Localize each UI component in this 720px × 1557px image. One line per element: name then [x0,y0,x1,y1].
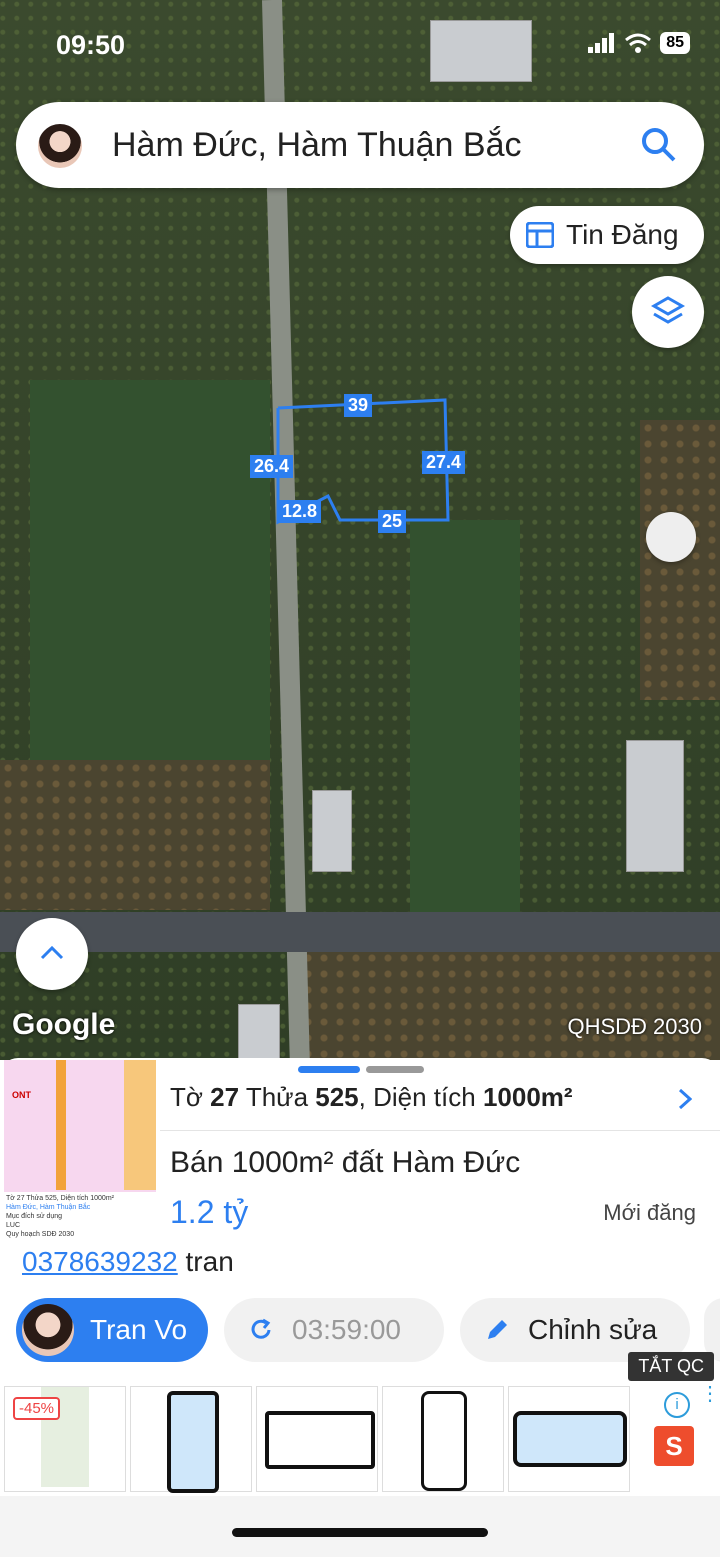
thumb-zone-label: ONT [12,1090,31,1100]
ad-item[interactable] [130,1386,252,1493]
ad-item[interactable] [256,1386,378,1492]
plot-dimension-right: 27.4 [422,451,466,474]
listing-status: Mới đăng [603,1200,696,1225]
battery-indicator: 85 [660,32,690,54]
plot-dimension-bottom: 25 [378,510,407,533]
refresh-timer-chip[interactable]: 03:59:00 [224,1298,444,1362]
home-bar-area [0,1496,720,1557]
status-time: 09:50 [56,30,126,60]
wifi-icon [625,33,652,53]
divider [160,1130,720,1131]
contact-name: tran [185,1246,234,1277]
phone-screen-image [421,1391,467,1491]
layers-button[interactable] [632,276,704,348]
ads-off-button[interactable]: TẮT QC [628,1352,714,1381]
discount-badge: -45% [13,1397,61,1420]
phone-screen-image [265,1411,375,1469]
search-icon[interactable] [640,126,678,164]
edit-label: Chỉnh sửa [528,1314,658,1345]
parcel-area-label: , Diện tích [358,1082,483,1112]
thumb-line: LUC [6,1222,21,1229]
thumb-zone [124,1060,156,1190]
thumb-road [56,1060,66,1190]
phone-screen-image [513,1411,627,1467]
ad-item[interactable] [382,1386,504,1492]
status-icons: 85 [588,32,690,54]
refresh-icon [251,1318,271,1339]
search-bar[interactable]: Hàm Đức, Hàm Thuận Bắc [16,102,704,188]
listing-title[interactable]: Bán 1000m² đất Hàm Đức [170,1146,520,1180]
parcel-thua-number: 525 [315,1082,359,1112]
ad-item[interactable]: -45% [4,1386,126,1492]
timer-value: 03:59:00 [292,1314,401,1345]
avatar[interactable] [38,124,82,168]
thumb-line: Hàm Đức, Hàm Thuận Bắc [6,1204,91,1211]
listing-sheet: ONT Tờ 27 Thửa 525, Diện tích 1000m² Hàm… [0,1058,720,1557]
pencil-icon [488,1320,507,1339]
phone-link[interactable]: 0378639232 [22,1246,178,1277]
home-indicator[interactable] [232,1528,488,1537]
page-indicator[interactable] [366,1066,424,1073]
parcel-to-label: Tờ [170,1082,211,1112]
thumb-line: Quy hoạch SDĐ 2030 [6,1231,75,1238]
plot-dimension-left: 26.4 [250,455,294,478]
avatar [22,1304,74,1356]
parcel-thua-label: Thửa [239,1082,316,1112]
thumb-line: Mục đích sử dụng [6,1213,63,1220]
user-name: Tran Vo [90,1314,188,1345]
user-chip[interactable]: Tran Vo [16,1298,208,1362]
assistive-touch-button[interactable] [646,512,696,562]
search-input[interactable]: Hàm Đức, Hàm Thuận Bắc [112,126,522,165]
parcel-area-value: 1000m² [482,1082,573,1112]
shopee-icon[interactable]: S [654,1426,694,1466]
parcel-to-number: 27 [210,1082,240,1112]
listings-label: Tin Đăng [566,219,679,250]
google-logo: Google [12,1008,116,1041]
listings-button[interactable]: Tin Đăng [510,206,704,264]
plot-dimension-bottom-left: 12.8 [278,500,322,523]
layers-icon [650,296,686,324]
plan-label: QHSDĐ 2030 [567,1014,702,1039]
thumb-line: Tờ 27 Thửa 525, Diện tích 1000m² [6,1195,114,1202]
listing-price: 1.2 tỷ [170,1194,249,1230]
parcel-info-link[interactable]: Tờ 27 Thửa 525, Diện tích 1000m² [170,1082,573,1113]
signal-icon [588,33,615,53]
page-indicator-active [298,1066,360,1073]
contact-row: 0378639232 tran [22,1246,234,1278]
expand-up-button[interactable] [16,918,88,990]
listing-thumbnail[interactable]: ONT Tờ 27 Thửa 525, Diện tích 1000m² Hàm… [4,1060,156,1240]
ad-more-icon[interactable]: ⋮ [700,1384,720,1404]
listings-icon [526,222,554,248]
ad-info-icon[interactable]: i [664,1392,690,1418]
ad-banner[interactable]: -45% i ⋮ S [0,1380,720,1500]
chevron-up-icon [40,945,64,960]
phone-screen-image [167,1391,219,1493]
status-bar: 09:50 85 [0,0,720,90]
chevron-right-icon[interactable] [678,1088,692,1110]
ad-item[interactable] [508,1386,630,1492]
plot-dimension-top: 39 [344,394,373,417]
